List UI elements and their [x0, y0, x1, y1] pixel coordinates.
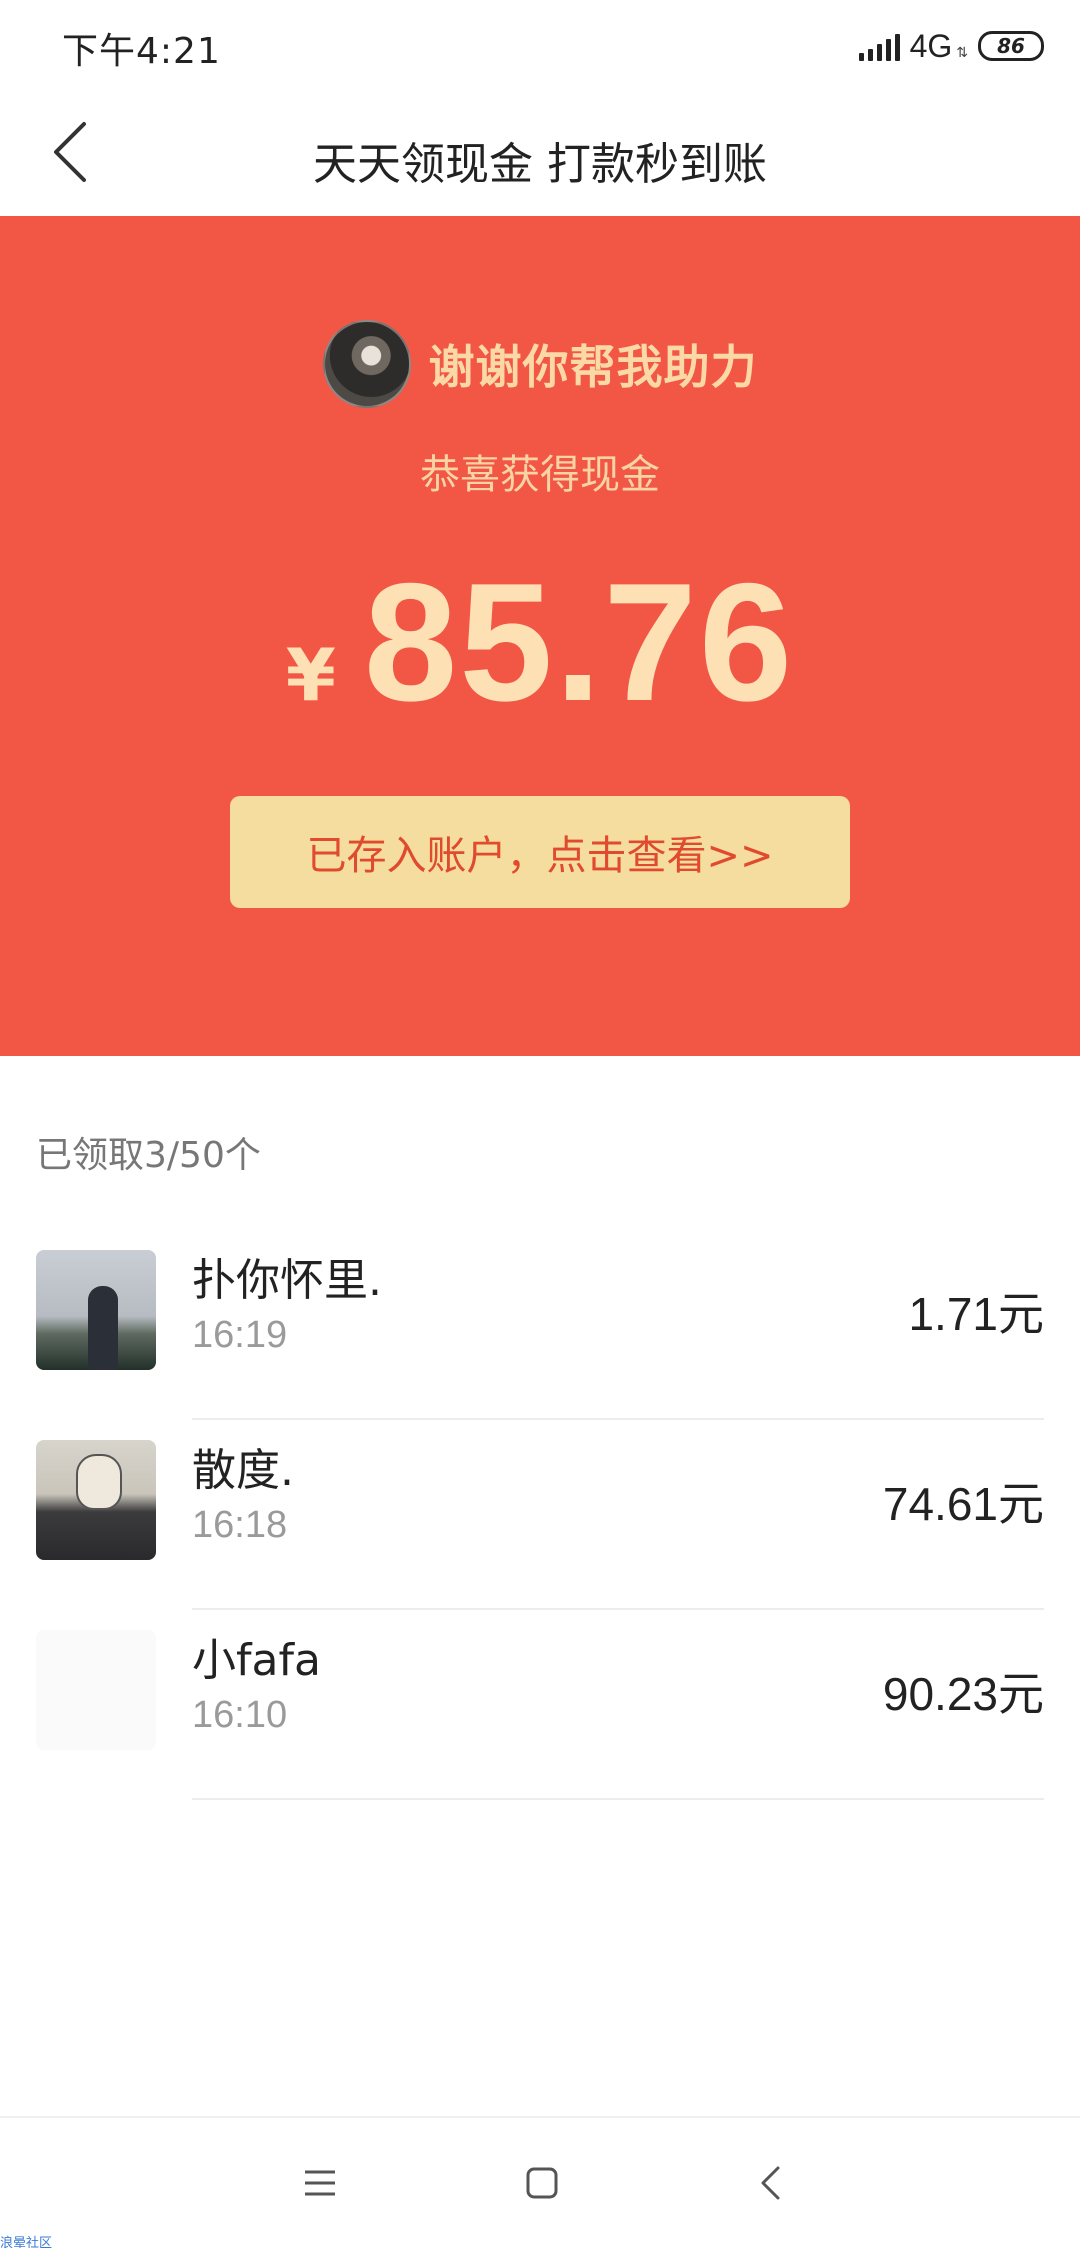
list-item: 扑你怀里. 16:19 1.71元: [0, 1230, 1080, 1420]
amount-value: 85.76: [363, 548, 795, 736]
view-account-button[interactable]: 已存入账户，点击查看>>: [230, 796, 850, 908]
helper-name: 小fafa: [192, 1635, 321, 1686]
thanks-text: 谢谢你帮我助力: [428, 340, 758, 394]
signal-icon: [858, 31, 900, 61]
claim-amount: 1.71元: [908, 1288, 1044, 1340]
page: 下午4:21 4G ⇅ 86 天天领现金 打款秒到账 谢谢你帮我助力 恭喜获得现…: [0, 0, 1080, 2248]
menu-icon: [305, 2170, 335, 2196]
claim-time: 16:18: [192, 1504, 288, 1546]
list-item: 小fafa 16:10 90.23元: [0, 1610, 1080, 1800]
watermark: 浪晕社区: [0, 2236, 53, 2248]
home-button[interactable]: [502, 2148, 582, 2218]
battery-icon: 86: [978, 31, 1044, 61]
helper-name: 扑你怀里.: [192, 1255, 382, 1306]
claimed-list: 扑你怀里. 16:19 1.71元 散度. 16:18 74.61元 小fafa…: [0, 1230, 1080, 1800]
status-bar: 下午4:21 4G ⇅ 86: [0, 0, 1080, 92]
network-type: 4G: [909, 27, 953, 64]
avatar: [36, 1440, 156, 1560]
reward-hero: 谢谢你帮我助力 恭喜获得现金 ¥ 85.76 已存入账户，点击查看>>: [0, 216, 1080, 1056]
back-chevron-icon: [761, 2166, 780, 2200]
status-time: 下午4:21: [62, 31, 221, 72]
data-activity-icon: ⇅: [956, 45, 968, 61]
status-indicators: 4G ⇅ 86: [858, 26, 1044, 66]
system-nav-bar: [0, 2116, 1080, 2248]
avatar: [36, 1250, 156, 1370]
claimed-summary: 已领取3/50个: [36, 1135, 261, 1176]
claim-amount: 90.23元: [882, 1668, 1044, 1720]
avatar: [322, 320, 411, 408]
page-title: 天天领现金 打款秒到账: [313, 139, 767, 190]
divider: [192, 1798, 1044, 1800]
currency-symbol: ¥: [285, 633, 336, 717]
avatar: [36, 1630, 156, 1750]
claim-time: 16:19: [192, 1314, 288, 1356]
nav-bar: 天天领现金 打款秒到账: [0, 92, 1080, 216]
congrats-subtitle: 恭喜获得现金: [420, 452, 660, 498]
claim-time: 16:10: [192, 1694, 288, 1736]
recents-button[interactable]: [280, 2148, 360, 2218]
battery-level: 86: [997, 34, 1025, 58]
helper-name: 散度.: [192, 1445, 294, 1496]
home-square-icon: [526, 2167, 558, 2199]
system-back-button[interactable]: [730, 2148, 810, 2218]
hero-header: 谢谢你帮我助力: [0, 320, 1080, 408]
list-item: 散度. 16:18 74.61元: [0, 1420, 1080, 1610]
claim-amount: 74.61元: [882, 1478, 1044, 1530]
cash-amount: ¥ 85.76: [0, 546, 1080, 739]
